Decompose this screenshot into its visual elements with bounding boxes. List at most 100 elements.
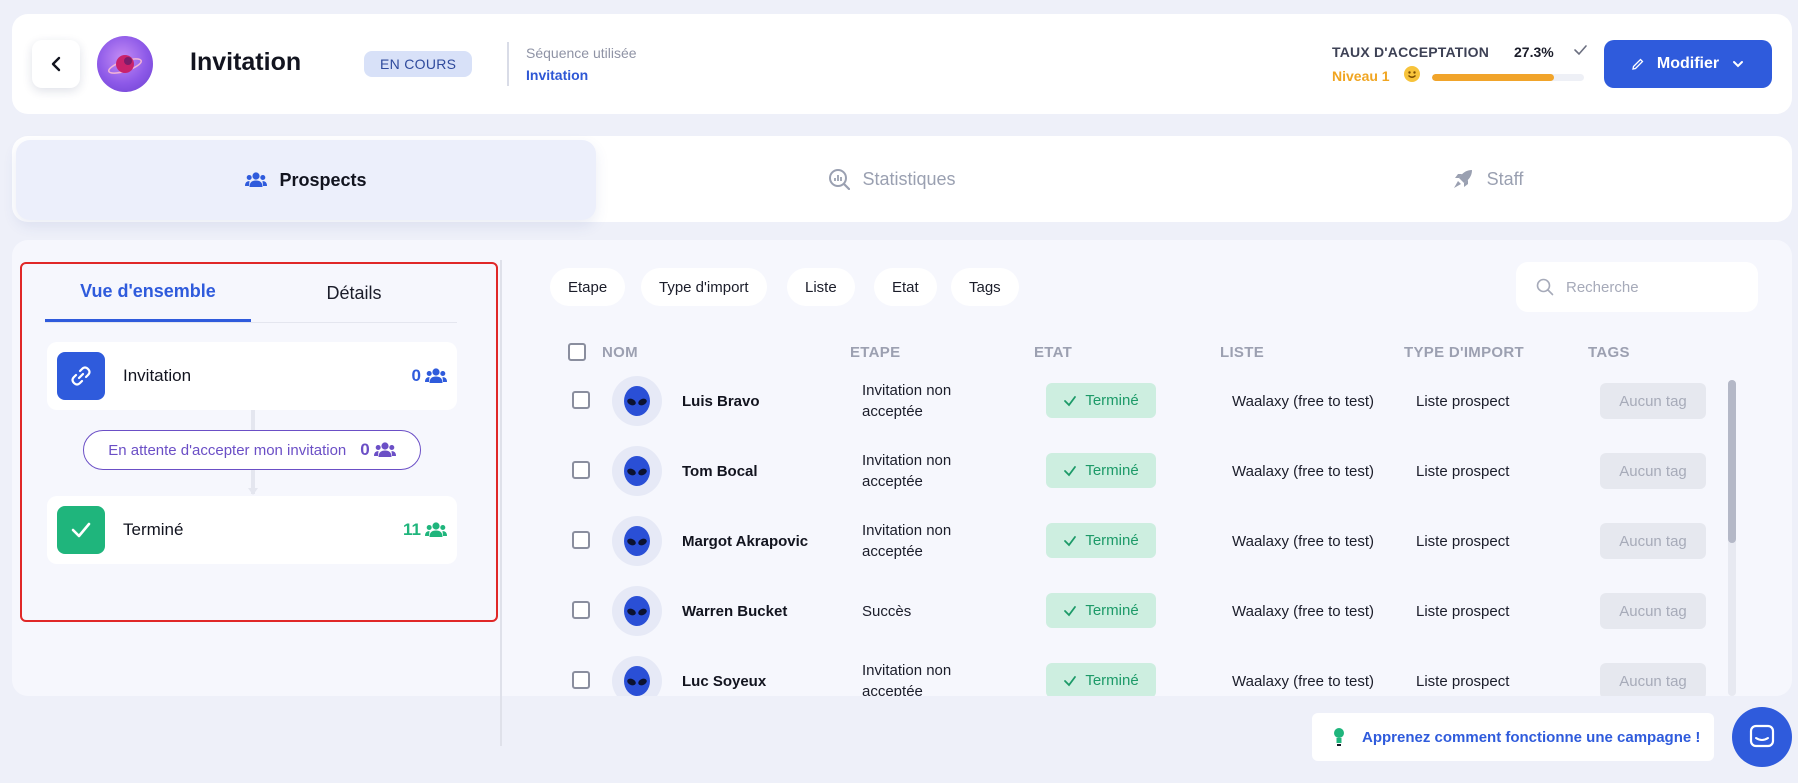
- alien-avatar-icon: [624, 386, 650, 416]
- table-row[interactable]: Warren Bucket Succès Terminé Waalaxy (fr…: [552, 576, 1742, 646]
- waiting-count: 0: [360, 440, 396, 460]
- prospect-name[interactable]: Tom Bocal: [682, 436, 758, 506]
- users-icon: [425, 522, 447, 537]
- back-button[interactable]: [32, 40, 80, 88]
- modify-label: Modifier: [1656, 55, 1720, 72]
- tag-badge[interactable]: Aucun tag: [1600, 453, 1706, 489]
- header-divider: [507, 42, 509, 86]
- column-header-type-import[interactable]: TYPE D'IMPORT: [1404, 344, 1524, 361]
- table-scrollbar[interactable]: [1728, 380, 1736, 696]
- subtab-details[interactable]: Détails: [251, 264, 457, 322]
- prospect-etape: Invitation non acceptée: [862, 662, 952, 696]
- prospect-name[interactable]: Luc Soyeux: [682, 646, 766, 696]
- status-badge: Terminé: [1046, 593, 1156, 628]
- column-header-nom[interactable]: NOM: [602, 344, 638, 361]
- check-icon: [1064, 675, 1077, 686]
- row-checkbox[interactable]: [572, 531, 590, 549]
- link-icon: [71, 366, 91, 386]
- rocket-icon: [1453, 170, 1472, 188]
- tab-statistiques[interactable]: Statistiques: [602, 136, 1182, 222]
- prospect-liste: Waalaxy (free to test): [1232, 462, 1374, 480]
- help-campaign-banner[interactable]: Apprenez comment fonctionne une campagne…: [1312, 713, 1714, 761]
- campaign-header: Invitation EN COURS Séquence utilisée In…: [12, 14, 1792, 114]
- planet-icon: [108, 55, 142, 74]
- tag-badge[interactable]: Aucun tag: [1600, 593, 1706, 629]
- table-row[interactable]: Margot Akrapovic Invitation non acceptée…: [552, 506, 1742, 576]
- status-label: Terminé: [1085, 392, 1139, 409]
- status-badge: Terminé: [1046, 663, 1156, 696]
- prospect-import-type: Liste prospect: [1416, 462, 1510, 480]
- prospect-name[interactable]: Luis Bravo: [682, 366, 760, 436]
- level-progress-bar: [1432, 74, 1584, 81]
- smile-emoji-icon: [1404, 66, 1420, 82]
- main-tabs: Prospects Statistiques Staff: [12, 136, 1792, 222]
- pencil-icon: [1632, 58, 1644, 70]
- tab-prospects[interactable]: Prospects: [16, 140, 596, 220]
- filter-liste[interactable]: Liste: [787, 268, 855, 306]
- table-row[interactable]: Luc Soyeux Invitation non acceptée Termi…: [552, 646, 1742, 696]
- alien-avatar-icon: [624, 596, 650, 626]
- table-row[interactable]: Luis Bravo Invitation non acceptée Termi…: [552, 366, 1742, 436]
- step-termine-count: 11: [403, 520, 447, 540]
- chat-button[interactable]: [1732, 707, 1792, 767]
- tab-staff-label: Staff: [1486, 168, 1524, 189]
- filter-etat[interactable]: Etat: [874, 268, 937, 306]
- page-title: Invitation: [190, 48, 302, 76]
- table-row[interactable]: Tom Bocal Invitation non acceptée Termin…: [552, 436, 1742, 506]
- column-header-etat[interactable]: ETAT: [1034, 344, 1072, 361]
- column-header-etape[interactable]: ETAPE: [850, 344, 900, 361]
- tab-prospects-label: Prospects: [279, 169, 367, 190]
- alien-avatar-icon: [624, 666, 650, 696]
- prospect-name[interactable]: Margot Akrapovic: [682, 506, 808, 576]
- alien-avatar-icon: [624, 526, 650, 556]
- sequence-label: Séquence utilisée: [526, 45, 637, 61]
- prospect-etape: Invitation non acceptée: [862, 522, 952, 560]
- check-icon: [1064, 605, 1077, 616]
- select-all-checkbox[interactable]: [568, 343, 586, 361]
- chart-search-icon: [829, 169, 851, 190]
- prospects-panel: Vue d'ensemble Détails Invitation 0 En a…: [12, 240, 1792, 746]
- prospect-name[interactable]: Warren Bucket: [682, 576, 787, 646]
- tab-statistiques-label: Statistiques: [862, 168, 956, 189]
- arrow-down-icon: [248, 488, 258, 495]
- tag-badge[interactable]: Aucun tag: [1600, 663, 1706, 696]
- row-checkbox[interactable]: [572, 601, 590, 619]
- column-header-liste[interactable]: LISTE: [1220, 344, 1264, 361]
- avatar: [612, 656, 662, 696]
- tag-badge[interactable]: Aucun tag: [1600, 523, 1706, 559]
- filter-type-import[interactable]: Type d'import: [641, 268, 767, 306]
- scrollbar-thumb[interactable]: [1728, 380, 1736, 543]
- row-checkbox[interactable]: [572, 391, 590, 409]
- tab-staff[interactable]: Staff: [1192, 136, 1782, 222]
- column-header-tags[interactable]: TAGS: [1588, 344, 1630, 361]
- check-icon: [1064, 465, 1077, 476]
- search-input[interactable]: [1566, 278, 1746, 296]
- filter-etape[interactable]: Etape: [550, 268, 626, 306]
- row-checkbox[interactable]: [572, 671, 590, 689]
- sequence-link[interactable]: Invitation: [526, 67, 588, 83]
- prospect-etape: Succès: [862, 602, 912, 620]
- level-progress-fill: [1432, 74, 1554, 81]
- prospect-etape: Invitation non acceptée: [862, 382, 952, 420]
- modify-button[interactable]: Modifier: [1604, 40, 1772, 88]
- prospect-import-type: Liste prospect: [1416, 602, 1510, 620]
- status-badge: Terminé: [1046, 383, 1156, 418]
- prospect-liste: Waalaxy (free to test): [1232, 392, 1374, 410]
- waiting-label: En attente d'accepter mon invitation: [108, 441, 347, 459]
- step-termine[interactable]: Terminé 11: [47, 496, 457, 564]
- subtab-overview[interactable]: Vue d'ensemble: [45, 264, 251, 322]
- step-connector: [251, 410, 255, 430]
- row-checkbox[interactable]: [572, 461, 590, 479]
- users-icon: [425, 368, 447, 383]
- avatar: [612, 376, 662, 426]
- alien-avatar-icon: [624, 456, 650, 486]
- acceptance-rate-label: TAUX D'ACCEPTATION: [1332, 44, 1490, 60]
- waiting-status-pill[interactable]: En attente d'accepter mon invitation 0: [83, 430, 421, 470]
- overview-panel: Vue d'ensemble Détails Invitation 0 En a…: [20, 262, 498, 622]
- tag-badge[interactable]: Aucun tag: [1600, 383, 1706, 419]
- search-box: [1516, 262, 1758, 312]
- help-label: Apprenez comment fonctionne une campagne…: [1362, 728, 1701, 746]
- step-termine-count-value: 11: [403, 520, 421, 539]
- step-invitation[interactable]: Invitation 0: [47, 342, 457, 410]
- filter-tags[interactable]: Tags: [951, 268, 1019, 306]
